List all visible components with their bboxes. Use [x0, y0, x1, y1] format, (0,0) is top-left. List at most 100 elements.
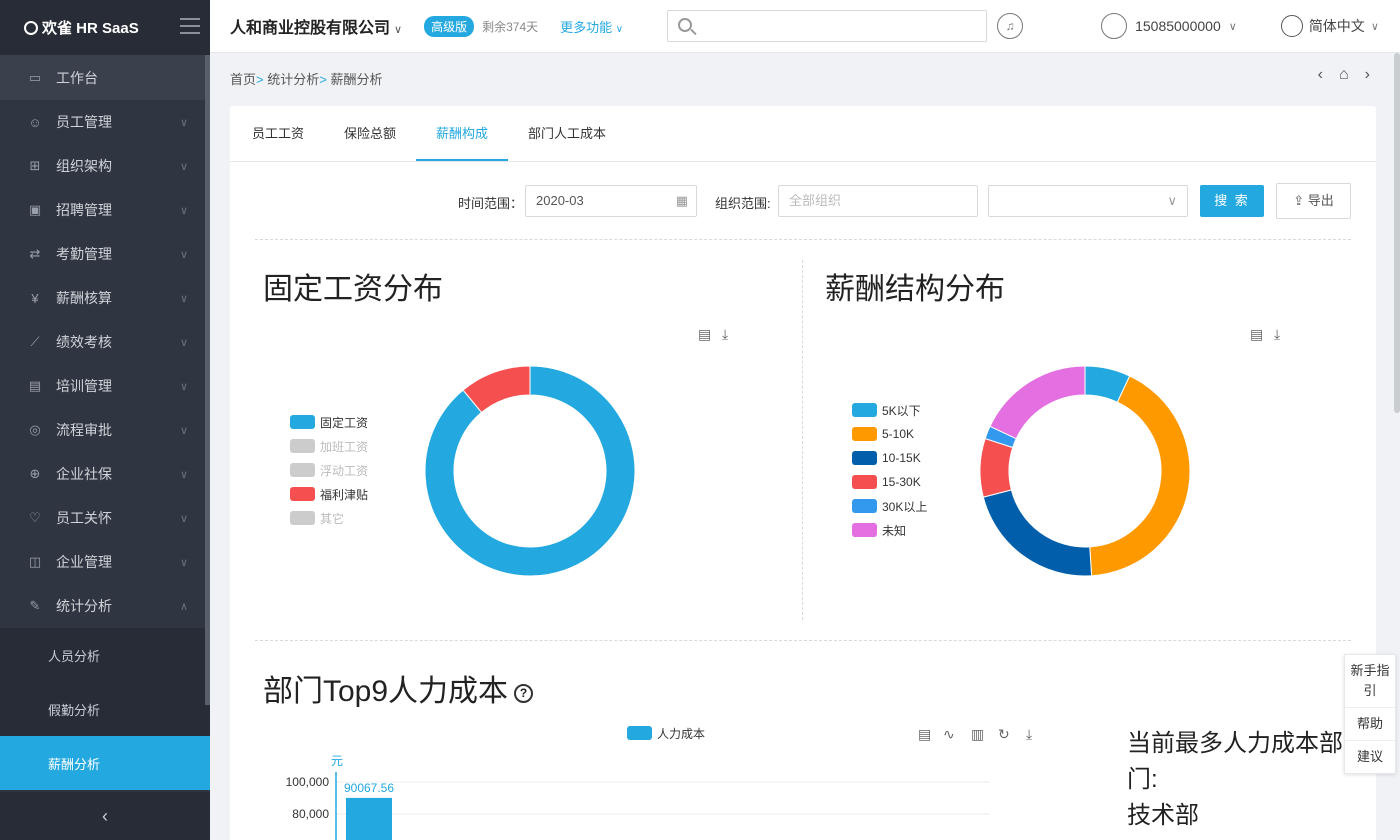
legend-item[interactable]: 5-10K: [852, 422, 927, 446]
collapse-sidebar-button[interactable]: ‹: [0, 792, 210, 840]
legend-item[interactable]: 30K以上: [852, 494, 927, 518]
chevron-down-icon: ∨: [179, 468, 188, 481]
time-range-input[interactable]: 2020-03 ▦: [525, 185, 697, 217]
legend-item[interactable]: 5K以下: [852, 398, 927, 422]
home-icon[interactable]: ⌂: [1339, 66, 1349, 84]
bell-icon[interactable]: ♫: [997, 13, 1024, 39]
sidebar-item-4[interactable]: ¥ 薪酬核算 ∨: [0, 276, 210, 320]
sidebar-scrollbar[interactable]: [205, 55, 210, 705]
legend-item[interactable]: 10-15K: [852, 446, 927, 470]
sidebar-item-7[interactable]: ◎ 流程审批 ∨: [0, 408, 210, 452]
bar-0[interactable]: [346, 797, 392, 840]
globe-icon: [1280, 15, 1303, 37]
sub-item-salary[interactable]: 薪酬分析: [0, 736, 210, 790]
data-view-icon[interactable]: ▤: [918, 726, 931, 743]
pie-slice-5[interactable]: [989, 365, 1086, 440]
refresh-icon[interactable]: ↻: [998, 726, 1010, 743]
chevron-down-icon: ∨: [179, 248, 188, 261]
legend-swatch: [290, 463, 315, 477]
sidebar-item-1[interactable]: ⊞ 组织架构 ∨: [0, 144, 210, 188]
org-select[interactable]: ∨: [988, 185, 1188, 217]
export-button[interactable]: ⇪ 导出: [1276, 183, 1351, 219]
sidebar-item-label: 组织架构: [56, 158, 112, 174]
legend-item[interactable]: 其它: [290, 506, 368, 530]
menu-toggle-icon[interactable]: [180, 18, 200, 34]
sidebar-item-9[interactable]: ♡ 员工关怀 ∨: [0, 496, 210, 540]
pie-slice-0[interactable]: [424, 365, 636, 577]
help-icon[interactable]: ?: [514, 683, 534, 703]
org-range-input[interactable]: 全部组织: [778, 185, 978, 217]
tab-dept-labor-cost[interactable]: 部门人工成本: [508, 106, 626, 161]
fixed-salary-title: 固定工资分布: [263, 273, 443, 306]
tab-salary-composition[interactable]: 薪酬构成: [416, 106, 509, 161]
legend-item[interactable]: 固定工资: [290, 410, 368, 434]
legend-swatch: [627, 726, 652, 740]
line-chart-icon[interactable]: ∿: [943, 726, 955, 743]
sidebar-item-11[interactable]: ✎ 统计分析 ∧: [0, 584, 210, 628]
download-icon[interactable]: ⤓: [1026, 726, 1032, 743]
guide-button[interactable]: 新手指引: [1345, 655, 1395, 708]
sidebar-item-6[interactable]: ▤ 培训管理 ∨: [0, 364, 210, 408]
sidebar-item-workbench[interactable]: ▭ 工作台: [0, 55, 210, 100]
y-tick-label: 100,000: [286, 775, 330, 789]
download-icon[interactable]: ⤓: [722, 326, 728, 343]
sidebar-item-5[interactable]: ⟋ 绩效考核 ∨: [0, 320, 210, 364]
y-axis-unit: 元: [331, 754, 343, 768]
more-features-link[interactable]: 更多功能 ∨: [560, 17, 623, 36]
data-view-icon[interactable]: ▤: [1250, 326, 1263, 343]
chevron-left-icon[interactable]: ‹: [1318, 66, 1323, 84]
chevron-down-icon: ∨: [179, 204, 188, 217]
download-icon[interactable]: ⤓: [1274, 326, 1280, 343]
sidebar-item-2[interactable]: ▣ 招聘管理 ∨: [0, 188, 210, 232]
analysis-icon: ✎: [29, 598, 41, 613]
language-switcher[interactable]: 简体中文 ∨: [1280, 15, 1379, 37]
search-icon: [678, 18, 693, 32]
sidebar-item-label: 考勤管理: [56, 246, 112, 262]
user-menu[interactable]: 15085000000 ∨: [1101, 13, 1237, 39]
sidebar-item-label: 培训管理: [56, 378, 112, 394]
pie-slice-2[interactable]: [982, 489, 1093, 577]
legend-item[interactable]: 未知: [852, 518, 927, 542]
company-switcher[interactable]: 人和商业控股有限公司 ∨: [230, 14, 402, 38]
pie-slice-3[interactable]: [979, 437, 1014, 498]
sidebar-item-label: 招聘管理: [56, 202, 112, 218]
sidebar-item-3[interactable]: ⇄ 考勤管理 ∨: [0, 232, 210, 276]
top-header: 人和商业控股有限公司 ∨ 高级版 剩余374天 更多功能 ∨ ♫ 15085000…: [210, 0, 1400, 53]
chevron-down-icon: ∨: [1167, 193, 1177, 208]
chevron-down-icon: ∨: [1228, 20, 1237, 33]
sidebar: 欢雀 HR SaaS ▭ 工作台 ☺ 员工管理 ∨ ⊞ 组织架构 ∨ ▣ 招聘管理 ∨ ⇄ 考勤管理…: [0, 0, 210, 840]
pie-slice-1[interactable]: [1089, 375, 1191, 577]
page-scrollbar[interactable]: [1394, 53, 1400, 413]
sidebar-item-label: 绩效考核: [56, 334, 112, 350]
suggest-button[interactable]: 建议: [1345, 741, 1395, 773]
bar-chart-icon[interactable]: ▥: [971, 726, 984, 743]
search-input[interactable]: [668, 11, 987, 41]
sidebar-item-0[interactable]: ☺ 员工管理 ∨: [0, 100, 210, 144]
legend-item[interactable]: 浮动工资: [290, 458, 368, 482]
help-button[interactable]: 帮助: [1345, 708, 1395, 741]
sidebar-item-8[interactable]: ⊕ 企业社保 ∨: [0, 452, 210, 496]
sub-item-people[interactable]: 人员分析: [0, 628, 210, 682]
chevron-right-icon[interactable]: ›: [1365, 66, 1370, 84]
sub-item-leave[interactable]: 假勤分析: [0, 682, 210, 736]
sidebar-item-10[interactable]: ◫ 企业管理 ∨: [0, 540, 210, 584]
tab-insurance-total[interactable]: 保险总额: [324, 106, 416, 161]
insurance-icon: ⊕: [29, 466, 41, 481]
legend-item[interactable]: 人力成本: [627, 721, 705, 745]
search-field: [667, 10, 988, 42]
legend-item[interactable]: 福利津贴: [290, 482, 368, 506]
logo[interactable]: 欢雀 HR SaaS: [24, 17, 139, 38]
data-view-icon[interactable]: ▤: [698, 326, 711, 343]
fixed-salary-legend: 固定工资 加班工资 浮动工资 福利津贴 其它: [290, 410, 368, 530]
search-button[interactable]: 搜 索: [1200, 185, 1264, 217]
breadcrumb-home[interactable]: 首页: [230, 72, 256, 87]
fixed-salary-donut: [424, 365, 636, 577]
legend-item[interactable]: 15-30K: [852, 470, 927, 494]
care-icon: ♡: [29, 510, 41, 525]
breadcrumb-level1[interactable]: 统计分析: [267, 72, 319, 87]
clipboard-icon: ▤: [28, 378, 42, 393]
recruit-icon: ▣: [28, 202, 42, 217]
tab-employee-salary[interactable]: 员工工资: [232, 106, 324, 161]
legend-item[interactable]: 加班工资: [290, 434, 368, 458]
chevron-down-icon: ∨: [179, 556, 188, 569]
